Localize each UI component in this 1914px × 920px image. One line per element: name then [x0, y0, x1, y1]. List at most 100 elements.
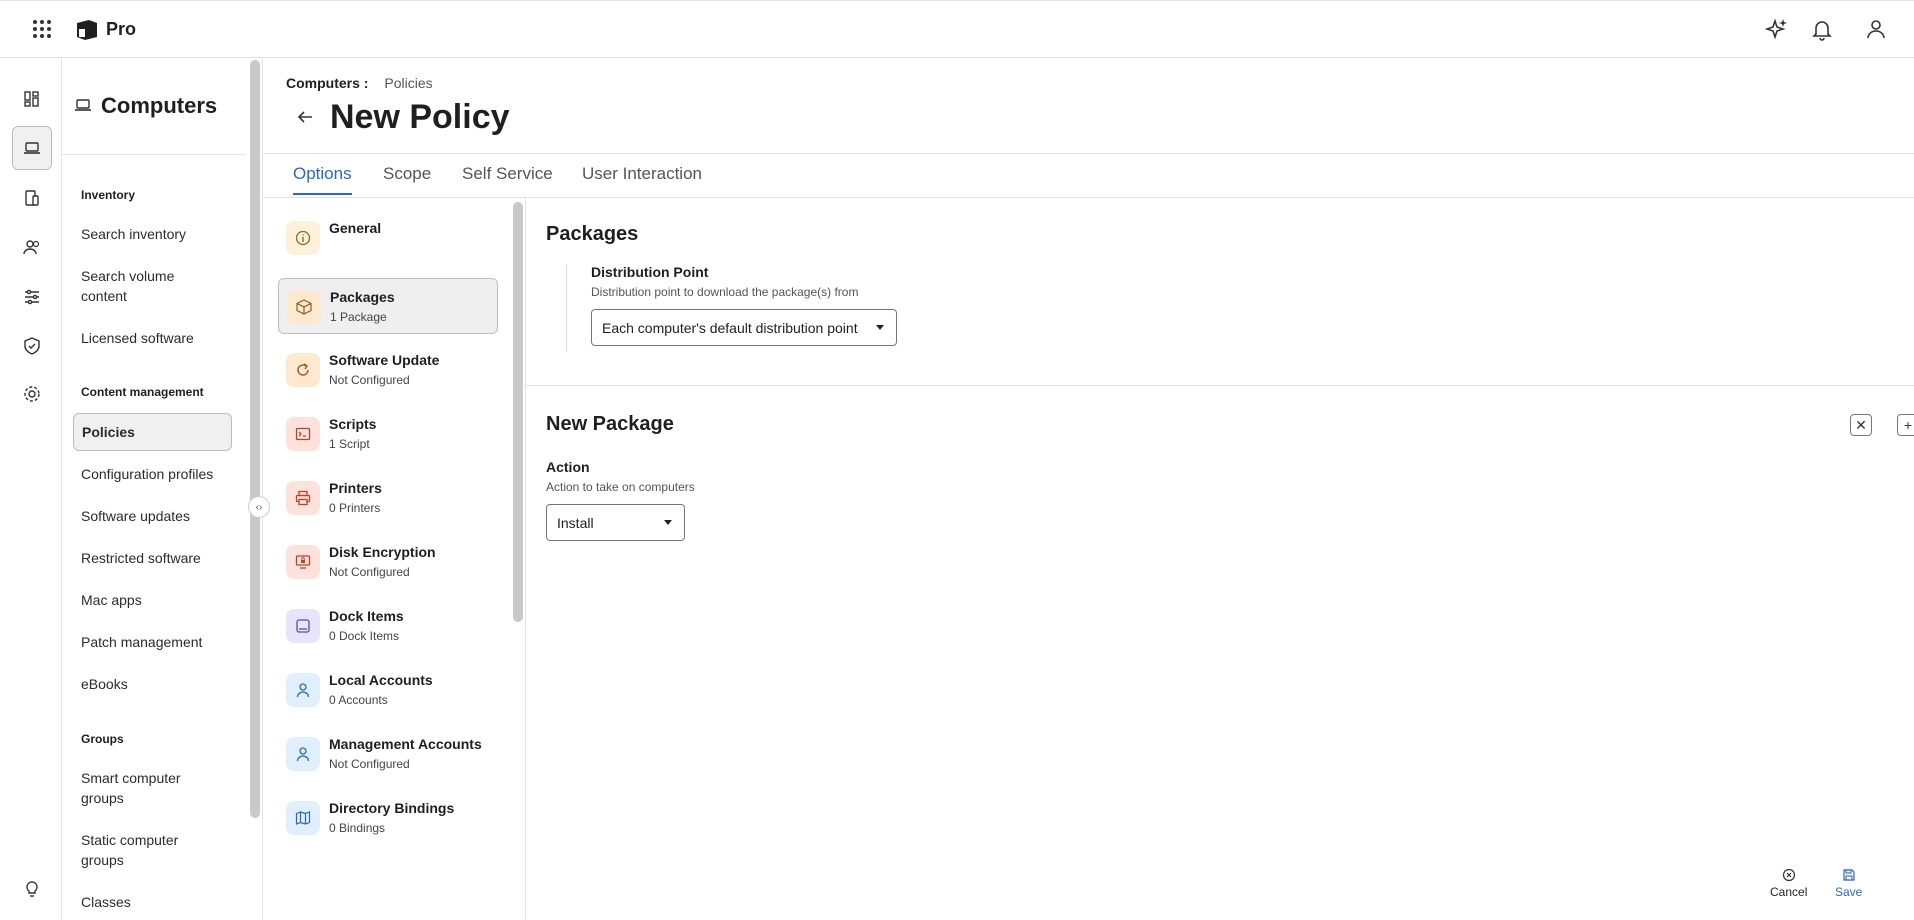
dashboard-icon[interactable]	[13, 80, 51, 118]
option-name: Printers	[329, 480, 382, 496]
breadcrumb: Computers : Policies	[286, 75, 433, 91]
back-arrow-icon[interactable]	[294, 106, 316, 128]
terminal-icon	[286, 417, 320, 451]
lightbulb-icon[interactable]	[13, 870, 51, 908]
user-profile-icon[interactable]	[1864, 17, 1888, 41]
app-launcher-icon[interactable]	[33, 20, 51, 38]
save-button[interactable]: Save	[1835, 868, 1862, 899]
user-icon	[286, 737, 320, 771]
option-desc: 0 Dock Items	[329, 629, 400, 643]
icon-rail	[0, 58, 62, 920]
nav-scrollbar-thumb[interactable]	[250, 60, 260, 818]
action-value: Install	[557, 514, 594, 531]
nav-item-search-volume-content[interactable]: Search volume content	[73, 266, 232, 306]
action-block: Action Action to take on computers Insta…	[546, 459, 695, 541]
distribution-point-block: Distribution Point Distribution point to…	[566, 264, 966, 352]
nav-item-licensed-software[interactable]: Licensed software	[73, 328, 232, 348]
shield-icon[interactable]	[13, 327, 51, 365]
nav-item-mac-apps[interactable]: Mac apps	[73, 590, 232, 610]
nav-item-software-updates[interactable]: Software updates	[73, 506, 232, 526]
save-icon	[1843, 869, 1855, 881]
option-desc: Not Configured	[329, 757, 410, 771]
settings-sliders-icon[interactable]	[13, 278, 51, 316]
gear-icon[interactable]	[13, 375, 51, 413]
update-icon	[286, 353, 320, 387]
tab-bar: Options Scope Self Service User Interact…	[263, 153, 1914, 198]
nav-section-inventory: Inventory	[81, 188, 136, 202]
printer-icon	[286, 481, 320, 515]
action-select[interactable]: Install	[546, 504, 685, 541]
nav-title: Computers	[101, 93, 218, 118]
devices-icon[interactable]	[13, 179, 51, 217]
info-icon	[286, 221, 320, 255]
option-name: Directory Bindings	[329, 800, 455, 816]
option-desc: Not Configured	[329, 373, 410, 387]
brand-name: Pro	[106, 19, 137, 39]
tab-user-interaction[interactable]: User Interaction	[582, 164, 702, 184]
nav-section-content-management: Content management	[81, 385, 204, 399]
section-divider	[526, 385, 1914, 386]
ai-sparkle-icon[interactable]	[1765, 17, 1789, 41]
nav-item-restricted-software[interactable]: Restricted software	[73, 548, 232, 568]
option-item-local-accounts[interactable]: Local Accounts 0 Accounts	[278, 662, 498, 718]
option-name: Dock Items	[329, 608, 404, 624]
top-bar: Pro	[0, 0, 1914, 58]
nav-item-classes[interactable]: Classes	[73, 892, 232, 912]
nav-item-search-inventory[interactable]: Search inventory	[73, 224, 232, 244]
nav-header: Computers	[62, 58, 246, 155]
option-item-printers[interactable]: Printers 0 Printers	[278, 470, 498, 526]
disk-encryption-icon	[286, 545, 320, 579]
options-list: General Packages 1 Package Software Upda…	[263, 198, 526, 920]
chevron-down-icon	[876, 325, 884, 330]
package-icon	[287, 290, 321, 324]
nav-item-policies[interactable]: Policies	[73, 413, 232, 451]
option-item-disk-encryption[interactable]: Disk Encryption Not Configured	[278, 534, 498, 590]
nav-item-patch-management[interactable]: Patch management	[73, 632, 232, 652]
option-detail: Packages Distribution Point Distribution…	[526, 198, 1914, 920]
option-desc: 0 Printers	[329, 501, 381, 515]
nav-scrollbar[interactable]	[247, 58, 263, 920]
options-scrollbar-thumb[interactable]	[513, 202, 523, 622]
new-package-heading: New Package	[546, 413, 674, 435]
option-desc: 0 Bindings	[329, 821, 386, 835]
distribution-point-help: Distribution point to download the packa…	[591, 285, 859, 299]
tab-self-service[interactable]: Self Service	[462, 164, 553, 184]
distribution-point-select[interactable]: Each computer's default distribution poi…	[591, 309, 897, 346]
nav-item-configuration-profiles[interactable]: Configuration profiles	[73, 464, 232, 484]
distribution-point-label: Distribution Point	[591, 264, 709, 280]
option-name: Scripts	[329, 416, 377, 432]
bell-icon[interactable]	[1810, 17, 1834, 41]
nav-item-smart-computer-groups[interactable]: Smart computer groups	[73, 768, 232, 808]
action-label: Action	[546, 459, 590, 475]
option-item-general[interactable]: General	[278, 210, 498, 266]
breadcrumb-parent[interactable]: Computers	[286, 75, 360, 91]
packages-heading: Packages	[546, 223, 639, 245]
page-title: New Policy	[330, 98, 510, 136]
close-icon[interactable]: ✕	[1850, 414, 1872, 436]
option-desc: 1 Script	[329, 437, 370, 451]
cancel-label: Cancel	[1770, 885, 1808, 899]
option-desc: 1 Package	[330, 310, 387, 324]
tab-options[interactable]: Options	[293, 164, 352, 195]
users-icon[interactable]	[13, 228, 51, 266]
nav-item-static-computer-groups[interactable]: Static computer groups	[73, 830, 232, 870]
option-item-dock-items[interactable]: Dock Items 0 Dock Items	[278, 598, 498, 654]
nav-item-ebooks[interactable]: eBooks	[73, 674, 232, 694]
option-item-scripts[interactable]: Scripts 1 Script	[278, 406, 498, 462]
option-item-directory-bindings[interactable]: Directory Bindings 0 Bindings	[278, 790, 498, 846]
cancel-button[interactable]: Cancel	[1770, 868, 1807, 899]
option-item-management-accounts[interactable]: Management Accounts Not Configured	[278, 726, 498, 782]
option-name: Local Accounts	[329, 672, 433, 688]
save-label: Save	[1835, 885, 1863, 899]
logo-icon	[77, 20, 97, 40]
option-item-software-update[interactable]: Software Update Not Configured	[278, 342, 498, 398]
nav-section-groups: Groups	[81, 732, 124, 746]
add-icon[interactable]: +	[1897, 414, 1914, 436]
option-name: Packages	[330, 289, 395, 305]
computers-icon[interactable]	[12, 126, 52, 170]
computers-nav: Computers Inventory Search inventory Sea…	[62, 58, 246, 920]
tab-scope[interactable]: Scope	[383, 164, 431, 184]
distribution-point-value: Each computer's default distribution poi…	[602, 319, 858, 336]
chevron-down-icon	[664, 520, 672, 525]
option-item-packages[interactable]: Packages 1 Package	[278, 278, 498, 334]
